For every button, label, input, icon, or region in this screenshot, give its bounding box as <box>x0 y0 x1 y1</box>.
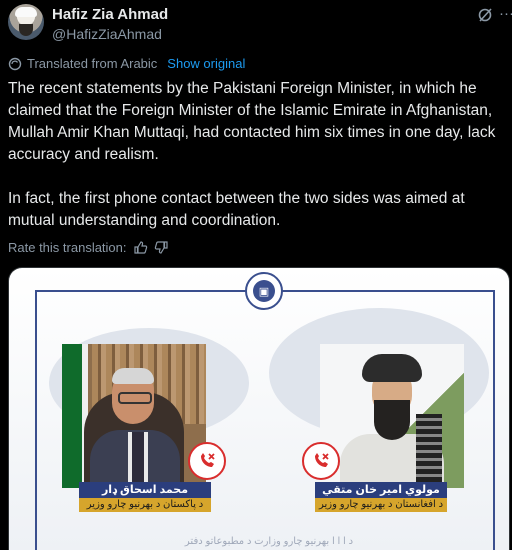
beard <box>374 400 410 440</box>
grok-icon[interactable] <box>477 7 493 23</box>
turban <box>362 354 422 382</box>
author-avatar[interactable] <box>8 4 44 40</box>
right-minister-name: مولوي امیر خان متقي <box>315 482 447 498</box>
left-minister-title: د پاکستان د بهرنیو چارو وزیر <box>79 498 211 512</box>
thumbs-down-icon[interactable] <box>154 240 169 255</box>
translate-icon <box>8 57 22 70</box>
phone-call-ended-icon <box>302 442 340 480</box>
avatar-beard <box>19 24 33 36</box>
avatar-turban <box>15 7 37 17</box>
show-original-link[interactable]: Show original <box>167 56 245 71</box>
scarf <box>416 414 442 488</box>
tweet-media-image[interactable]: ▣ محمد اسحاق ډار د پاکستان د بهرنیو چارو… <box>8 267 510 550</box>
translation-notice: Translated from Arabic Show original <box>8 56 245 71</box>
rate-translation: Rate this translation: <box>8 240 169 255</box>
translated-label: Translated from Arabic <box>27 56 158 71</box>
rate-label: Rate this translation: <box>8 240 127 255</box>
left-minister-photo <box>62 344 206 488</box>
right-minister-title: د افغانستان د بهرنیو چارو وزیر <box>315 498 447 512</box>
thumbs-up-icon[interactable] <box>133 240 148 255</box>
tweet-paragraph: In fact, the first phone contact between… <box>8 190 465 229</box>
media-footer-text: د ا ا ا بهرنیو چارو وزارت د مطبوعاتو دفت… <box>184 536 354 547</box>
ministry-seal-icon: ▣ <box>245 272 283 310</box>
left-minister-name: محمد اسحاق ډار <box>79 482 211 498</box>
author-name[interactable]: Hafiz Zia Ahmad <box>52 6 168 23</box>
tie <box>128 432 148 482</box>
author-handle[interactable]: @HafizZiaAhmad <box>52 26 162 42</box>
tweet-paragraph: The recent statements by the Pakistani F… <box>8 80 496 163</box>
glasses <box>118 392 152 404</box>
phone-call-ended-icon <box>188 442 226 480</box>
right-minister-photo <box>320 344 464 488</box>
pakistan-flag <box>62 344 82 488</box>
more-horizontal-icon[interactable]: ··· <box>499 5 512 22</box>
hair <box>112 368 154 384</box>
tweet-text: The recent statements by the Pakistani F… <box>8 78 508 254</box>
